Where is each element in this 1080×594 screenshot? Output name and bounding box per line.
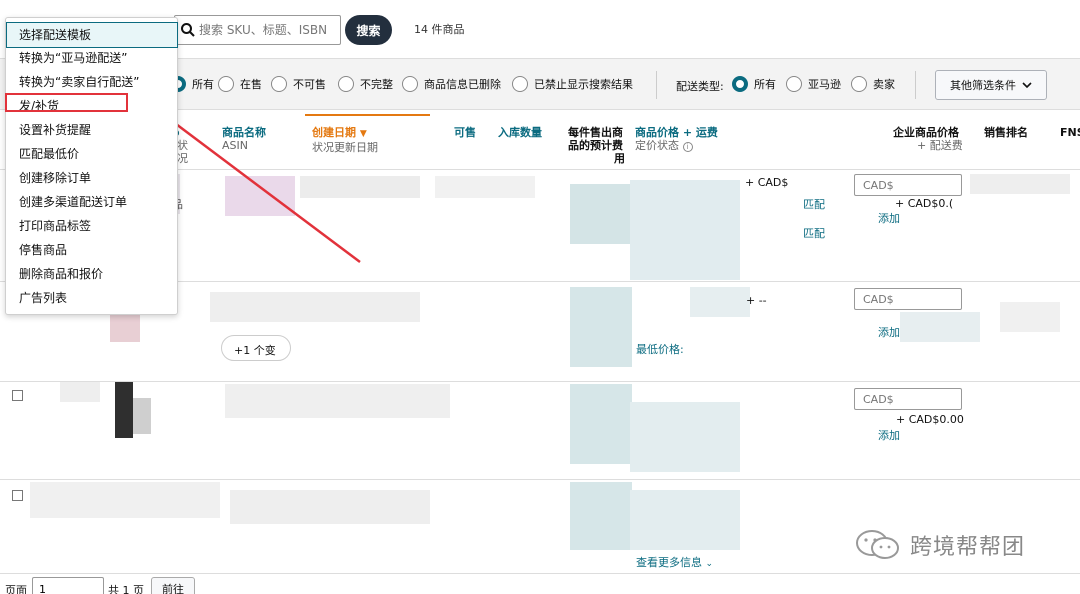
add-link[interactable]: 添加 xyxy=(878,427,900,443)
blurred-text xyxy=(900,312,980,342)
row-checkbox[interactable] xyxy=(12,490,23,501)
menu-item-close-listing[interactable]: 停售商品 xyxy=(7,238,177,262)
blurred-image xyxy=(133,398,151,434)
radio-dot[interactable] xyxy=(218,76,234,92)
blurred-text xyxy=(435,176,535,198)
col-sales-rank: 销售排名 xyxy=(984,126,1028,139)
fulfillment-radio-merchant[interactable]: 卖家 xyxy=(851,76,895,92)
blurred-text xyxy=(210,292,420,322)
menu-item-create-removal-order[interactable]: 创建移除订单 xyxy=(7,166,177,190)
fulfillment-title: 配送类型: xyxy=(676,80,724,93)
menu-item-create-mcf-order[interactable]: 创建多渠道配送订单 xyxy=(7,190,177,214)
add-link[interactable]: 添加 xyxy=(878,210,900,226)
blurred-text xyxy=(30,482,220,518)
more-filters-button[interactable]: 其他筛选条件 xyxy=(935,70,1047,100)
go-button[interactable]: 前往 xyxy=(151,577,195,594)
blurred-text xyxy=(230,490,430,524)
menu-item-delete-listing[interactable]: 删除商品和报价 xyxy=(7,262,177,286)
blurred-text xyxy=(570,287,632,367)
status-radio-incomplete[interactable]: 不完整 xyxy=(338,76,393,92)
sort-desc-icon: ▼ xyxy=(359,129,367,139)
add-link[interactable]: 添加 xyxy=(878,324,900,340)
blurred-text xyxy=(630,180,740,280)
row-checkbox[interactable] xyxy=(12,390,23,401)
blurred-text xyxy=(630,490,740,550)
business-price-input[interactable] xyxy=(854,388,962,410)
chevron-down-icon xyxy=(1022,82,1032,89)
pagination: 页面 共 1 页 前往 xyxy=(0,575,1080,594)
status-radio-suppressed[interactable]: 已禁止显示搜索结果 xyxy=(512,76,633,92)
chevron-down-icon: ⌄ xyxy=(705,559,714,569)
blurred-text xyxy=(60,382,100,402)
divider xyxy=(656,71,657,99)
see-more-link[interactable]: 查看更多信息 ⌄ xyxy=(636,554,713,570)
menu-item-select-shipping-template[interactable]: 选择配送模板 xyxy=(6,22,178,48)
business-price-input[interactable] xyxy=(854,288,962,310)
blurred-text xyxy=(570,184,632,244)
active-column-indicator xyxy=(305,114,430,116)
blurred-image xyxy=(110,312,140,342)
radio-dot[interactable] xyxy=(271,76,287,92)
radio-dot[interactable] xyxy=(338,76,354,92)
col-product-name[interactable]: 商品名称 ASIN xyxy=(222,126,266,152)
search-box[interactable] xyxy=(174,15,341,45)
radio-dot[interactable] xyxy=(732,76,748,92)
divider xyxy=(915,71,916,99)
radio-dot[interactable] xyxy=(786,76,802,92)
col-available[interactable]: 可售 xyxy=(454,126,476,139)
blurred-text xyxy=(1000,302,1060,332)
menu-item-match-low-price[interactable]: 匹配最低价 xyxy=(7,142,177,166)
radio-dot[interactable] xyxy=(851,76,867,92)
match-link[interactable]: 匹配 xyxy=(803,225,825,241)
item-count: 14 件商品 xyxy=(414,23,465,36)
col-inbound[interactable]: 入库数量 xyxy=(498,126,542,139)
blurred-text xyxy=(630,402,740,472)
highlight-box xyxy=(5,93,128,112)
blurred-image xyxy=(115,382,133,438)
blurred-text xyxy=(570,482,632,550)
table-row: + CAD$0.00 添加 xyxy=(0,382,1080,480)
col-created-date[interactable]: 创建日期 ▼ 状况更新日期 xyxy=(312,126,378,154)
status-radio-unavailable[interactable]: 不可售 xyxy=(271,76,326,92)
wechat-icon xyxy=(856,530,899,559)
variations-pill[interactable]: +1 个变 xyxy=(221,335,291,361)
bulk-action-menu: 选择配送模板 转换为“亚马逊配送” 转换为“卖家自行配送” 发/补货 设置补货提… xyxy=(5,17,178,315)
col-business-price: 企业商品价格 + 配送费 xyxy=(893,126,963,152)
blurred-text xyxy=(570,384,632,464)
menu-item-convert-to-fbm[interactable]: 转换为“卖家自行配送” xyxy=(7,70,177,94)
blurred-text xyxy=(225,384,450,418)
info-icon[interactable]: i xyxy=(682,142,693,152)
status-radio-active[interactable]: 在售 xyxy=(218,76,262,92)
menu-item-print-labels[interactable]: 打印商品标签 xyxy=(7,214,177,238)
blurred-image xyxy=(225,176,295,216)
search-icon xyxy=(181,23,195,37)
search-button[interactable]: 搜索 xyxy=(345,15,392,45)
blurred-text xyxy=(690,287,750,317)
match-link[interactable]: 匹配 xyxy=(803,196,825,212)
blurred-text xyxy=(300,176,420,198)
blurred-text xyxy=(970,174,1070,194)
search-input[interactable] xyxy=(199,20,337,40)
menu-item-restock-alert[interactable]: 设置补货提醒 xyxy=(7,118,177,142)
page-number-input[interactable] xyxy=(32,577,104,594)
status-radio-deleted[interactable]: 商品信息已删除 xyxy=(402,76,501,92)
fulfillment-radio-all[interactable]: 所有 xyxy=(732,76,776,92)
radio-dot[interactable] xyxy=(402,76,418,92)
lowest-price-link[interactable]: 最低价格: xyxy=(636,341,684,357)
menu-item-convert-to-fba[interactable]: 转换为“亚马逊配送” xyxy=(7,46,177,70)
col-fee-estimate: 每件售出商 品的预计费用 xyxy=(568,126,625,165)
col-price[interactable]: 商品价格 + 运费 定价状态 i xyxy=(635,126,718,152)
fulfillment-radio-amazon[interactable]: 亚马逊 xyxy=(786,76,841,92)
menu-item-advertise-listing[interactable]: 广告列表 xyxy=(7,286,177,310)
business-price-input[interactable] xyxy=(854,174,962,196)
col-fnsku: FNS xyxy=(1060,126,1080,139)
watermark: 跨境帮帮团 xyxy=(852,528,1025,562)
radio-dot[interactable] xyxy=(512,76,528,92)
